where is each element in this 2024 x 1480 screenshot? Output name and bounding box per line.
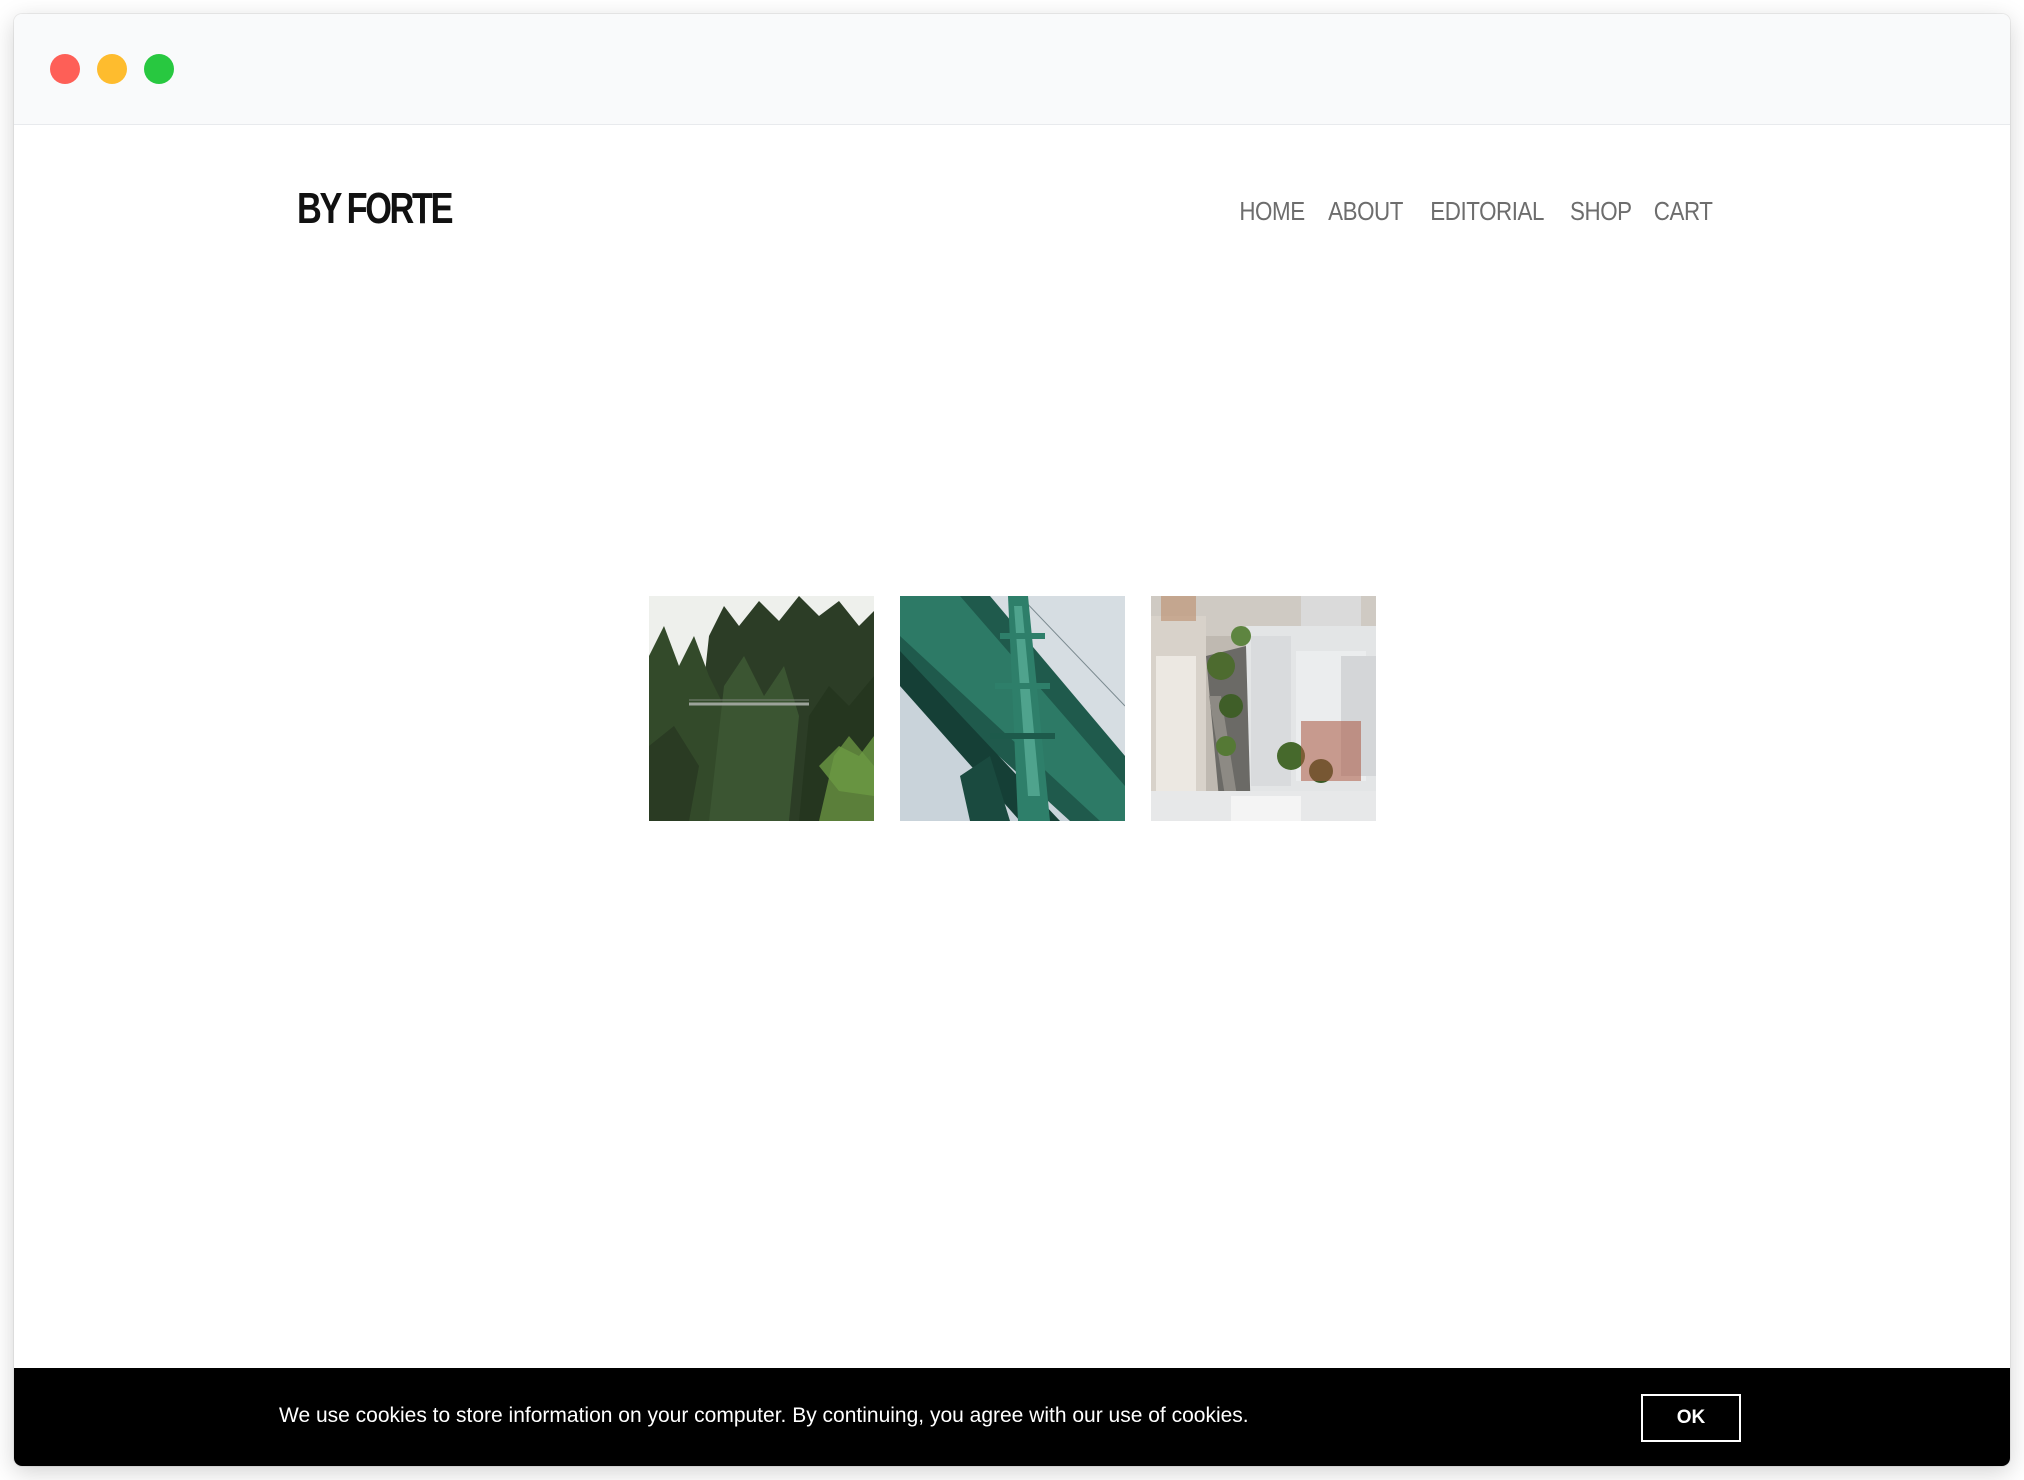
minimize-window-button[interactable]	[97, 54, 127, 84]
close-window-button[interactable]	[50, 54, 80, 84]
browser-window: BY FORTE HOME ABOUT EDITORIAL SHOP CART	[14, 14, 2010, 1466]
maximize-window-button[interactable]	[144, 54, 174, 84]
city-street-aerial-photo	[1151, 596, 1376, 821]
window-titlebar	[14, 14, 2010, 125]
green-bridge-tower-photo	[900, 596, 1125, 821]
cookie-banner: We use cookies to store information on y…	[14, 1368, 2010, 1466]
main-nav: HOME ABOUT EDITORIAL SHOP CART	[1238, 196, 1713, 227]
nav-shop[interactable]: SHOP	[1570, 196, 1632, 227]
nav-cart[interactable]: CART	[1653, 196, 1712, 227]
nav-home[interactable]: HOME	[1239, 196, 1305, 227]
nav-editorial[interactable]: EDITORIAL	[1430, 196, 1544, 227]
image-gallery	[649, 596, 1376, 821]
cookie-ok-button[interactable]: OK	[1641, 1394, 1741, 1442]
site-logo[interactable]: BY FORTE	[297, 184, 454, 234]
gallery-image-forest[interactable]	[649, 596, 874, 821]
gallery-image-bridge[interactable]	[900, 596, 1125, 821]
cookie-message: We use cookies to store information on y…	[279, 1404, 1249, 1427]
cookie-ok-label: OK	[1676, 1407, 1706, 1428]
nav-about[interactable]: ABOUT	[1328, 196, 1403, 227]
gallery-image-city[interactable]	[1151, 596, 1376, 821]
forest-suspension-bridge-photo	[649, 596, 874, 821]
